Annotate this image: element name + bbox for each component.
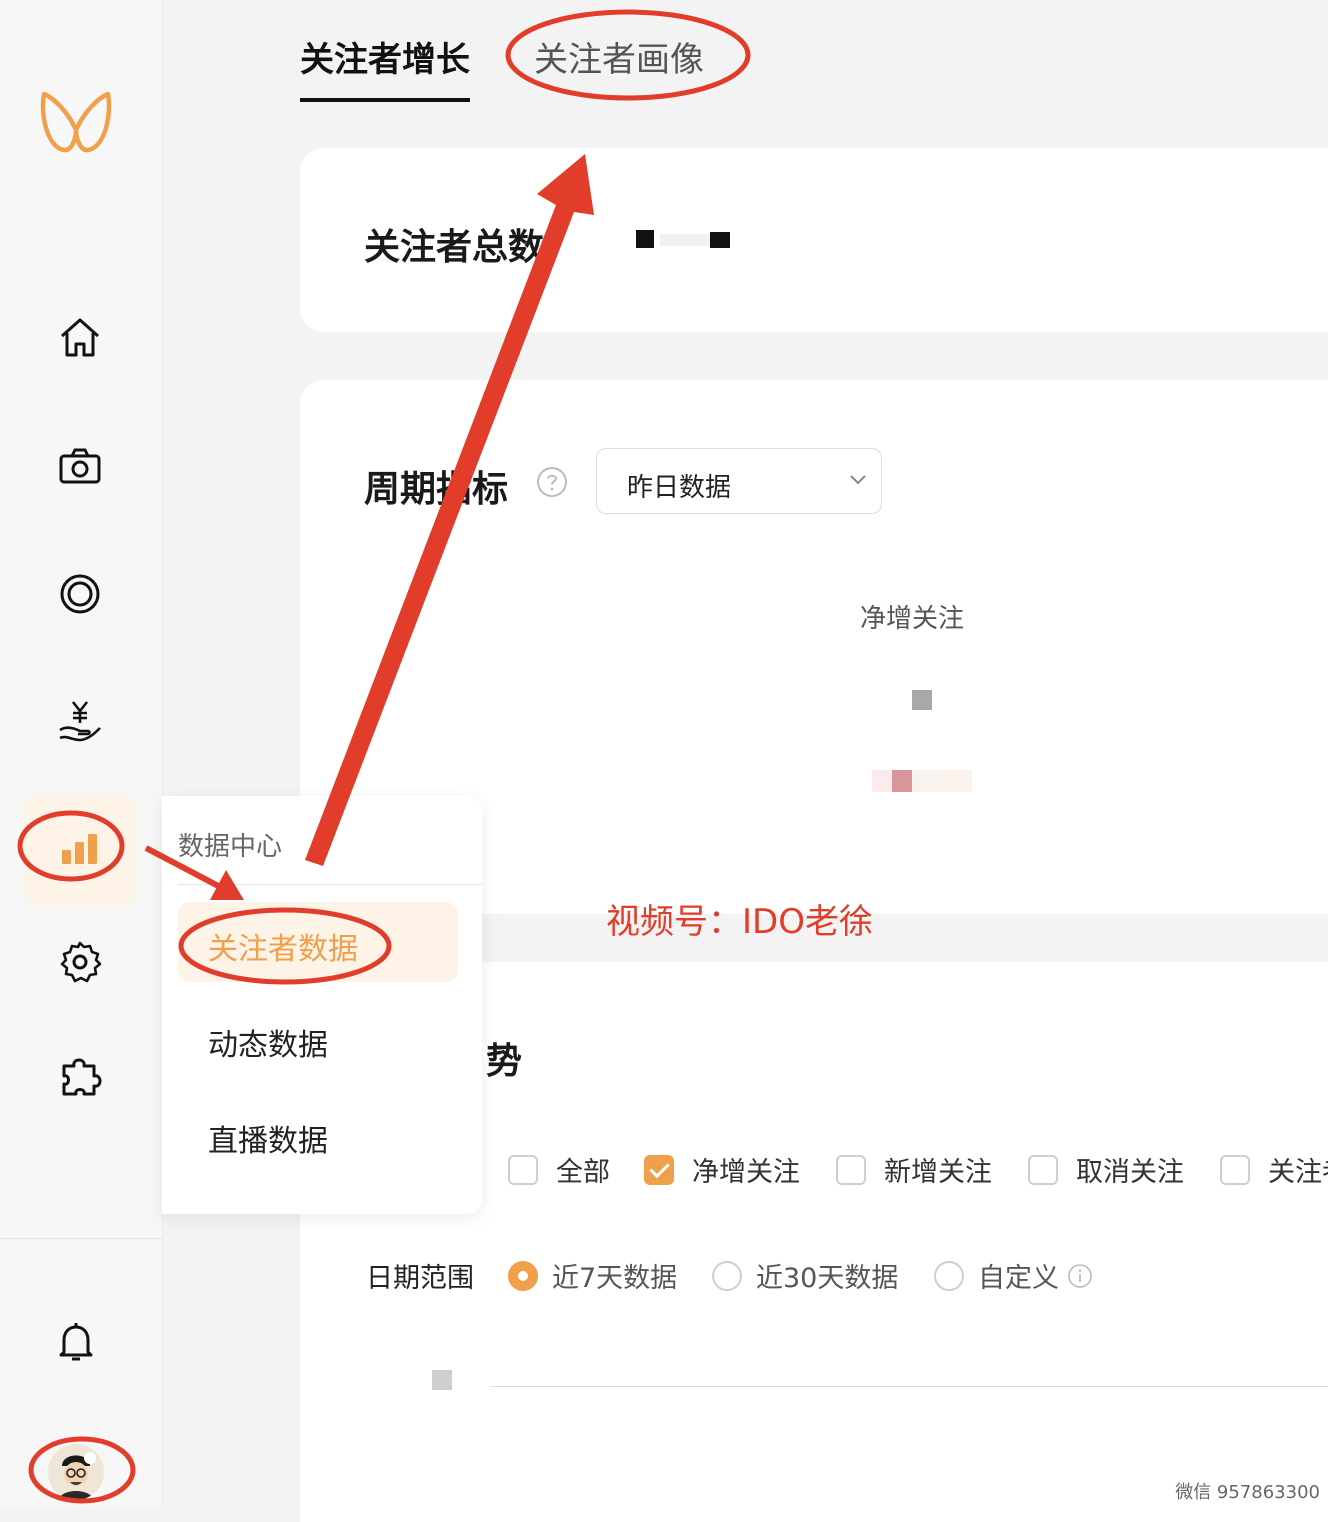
- redacted-value: [872, 770, 972, 792]
- menu-item-live-data[interactable]: 直播数据: [208, 1116, 328, 1160]
- radio-label: 自定义: [978, 1263, 1059, 1294]
- income-icon[interactable]: [56, 698, 104, 746]
- chevron-down-icon: [850, 475, 866, 485]
- sidebar: [0, 0, 163, 1506]
- question-help-icon[interactable]: [536, 466, 568, 498]
- bell-icon[interactable]: [52, 1318, 100, 1366]
- menu-item-follower-data[interactable]: 关注者数据: [208, 924, 358, 968]
- checkbox-box-checked[interactable]: [644, 1154, 674, 1185]
- redacted-value: [636, 230, 654, 248]
- tab-active-underline: [300, 98, 470, 102]
- checkbox-net-follow[interactable]: 净增关注: [644, 1150, 800, 1189]
- period-metrics-title: 周期指标: [364, 469, 509, 510]
- tab-follower-growth[interactable]: 关注者增长: [300, 32, 470, 81]
- period-select-value: 昨日数据: [627, 473, 732, 503]
- checkbox-box[interactable]: [836, 1154, 866, 1185]
- radio-label: 近30天数据: [756, 1263, 899, 1294]
- checkbox-unfollow[interactable]: 取消关注: [1028, 1150, 1184, 1189]
- redacted-value: [660, 234, 710, 246]
- camera-icon[interactable]: [56, 442, 104, 490]
- checkbox-box[interactable]: [1028, 1154, 1058, 1185]
- menu-divider: [178, 884, 482, 885]
- checkbox-label: 新增关注: [884, 1157, 992, 1188]
- checkbox-label: 取消关注: [1076, 1157, 1184, 1188]
- avatar[interactable]: [48, 1444, 104, 1500]
- gear-icon[interactable]: [56, 938, 104, 986]
- info-icon[interactable]: [1067, 1263, 1093, 1289]
- net-follow-metric-label: 净增关注: [860, 604, 965, 634]
- puzzle-icon[interactable]: [56, 1052, 104, 1100]
- sidebar-divider: [0, 1238, 162, 1239]
- radio-dot-selected[interactable]: [508, 1260, 538, 1291]
- radio-dot[interactable]: [712, 1260, 742, 1291]
- annotation-text: 视频号：IDO老徐: [606, 902, 873, 942]
- trend-title: 势: [486, 1041, 523, 1082]
- live-icon[interactable]: [56, 570, 104, 618]
- channels-logo-icon[interactable]: [38, 86, 114, 158]
- radio-label: 近7天数据: [552, 1263, 678, 1294]
- data-center-menu-header: 数据中心: [178, 832, 283, 862]
- chart-axis-line: [490, 1386, 1328, 1387]
- home-icon[interactable]: [56, 314, 104, 362]
- checkbox-followers[interactable]: 关注者: [1220, 1150, 1328, 1189]
- checkbox-all[interactable]: 全部: [508, 1150, 610, 1189]
- checkbox-box[interactable]: [508, 1154, 538, 1185]
- redacted-value: [432, 1370, 452, 1390]
- tab-follower-profile[interactable]: 关注者画像: [534, 32, 704, 81]
- checkbox-label: 净增关注: [692, 1157, 800, 1188]
- watermark: 微信 957863300: [1175, 1482, 1320, 1503]
- data-center-menu: 数据中心 关注者数据 动态数据 直播数据: [162, 796, 482, 1214]
- checkbox-new-follow[interactable]: 新增关注: [836, 1150, 992, 1189]
- radio-30days[interactable]: 近30天数据: [712, 1256, 898, 1295]
- bar-chart-icon[interactable]: [56, 826, 104, 874]
- checkbox-box[interactable]: [1220, 1154, 1250, 1185]
- checkbox-label: 关注者: [1268, 1157, 1328, 1188]
- total-followers-label: 关注者总数: [364, 227, 545, 268]
- menu-item-post-data[interactable]: 动态数据: [208, 1020, 328, 1064]
- period-select[interactable]: 昨日数据: [596, 448, 882, 514]
- radio-7days[interactable]: 近7天数据: [508, 1256, 677, 1295]
- total-followers-card: 关注者总数: [300, 148, 1328, 332]
- redacted-value: [710, 232, 730, 248]
- redacted-value: [912, 690, 932, 710]
- radio-dot[interactable]: [934, 1260, 964, 1291]
- checkbox-label: 全部: [556, 1157, 610, 1188]
- radio-custom[interactable]: 自定义: [934, 1256, 1093, 1295]
- date-range-label: 日期范围: [366, 1263, 474, 1294]
